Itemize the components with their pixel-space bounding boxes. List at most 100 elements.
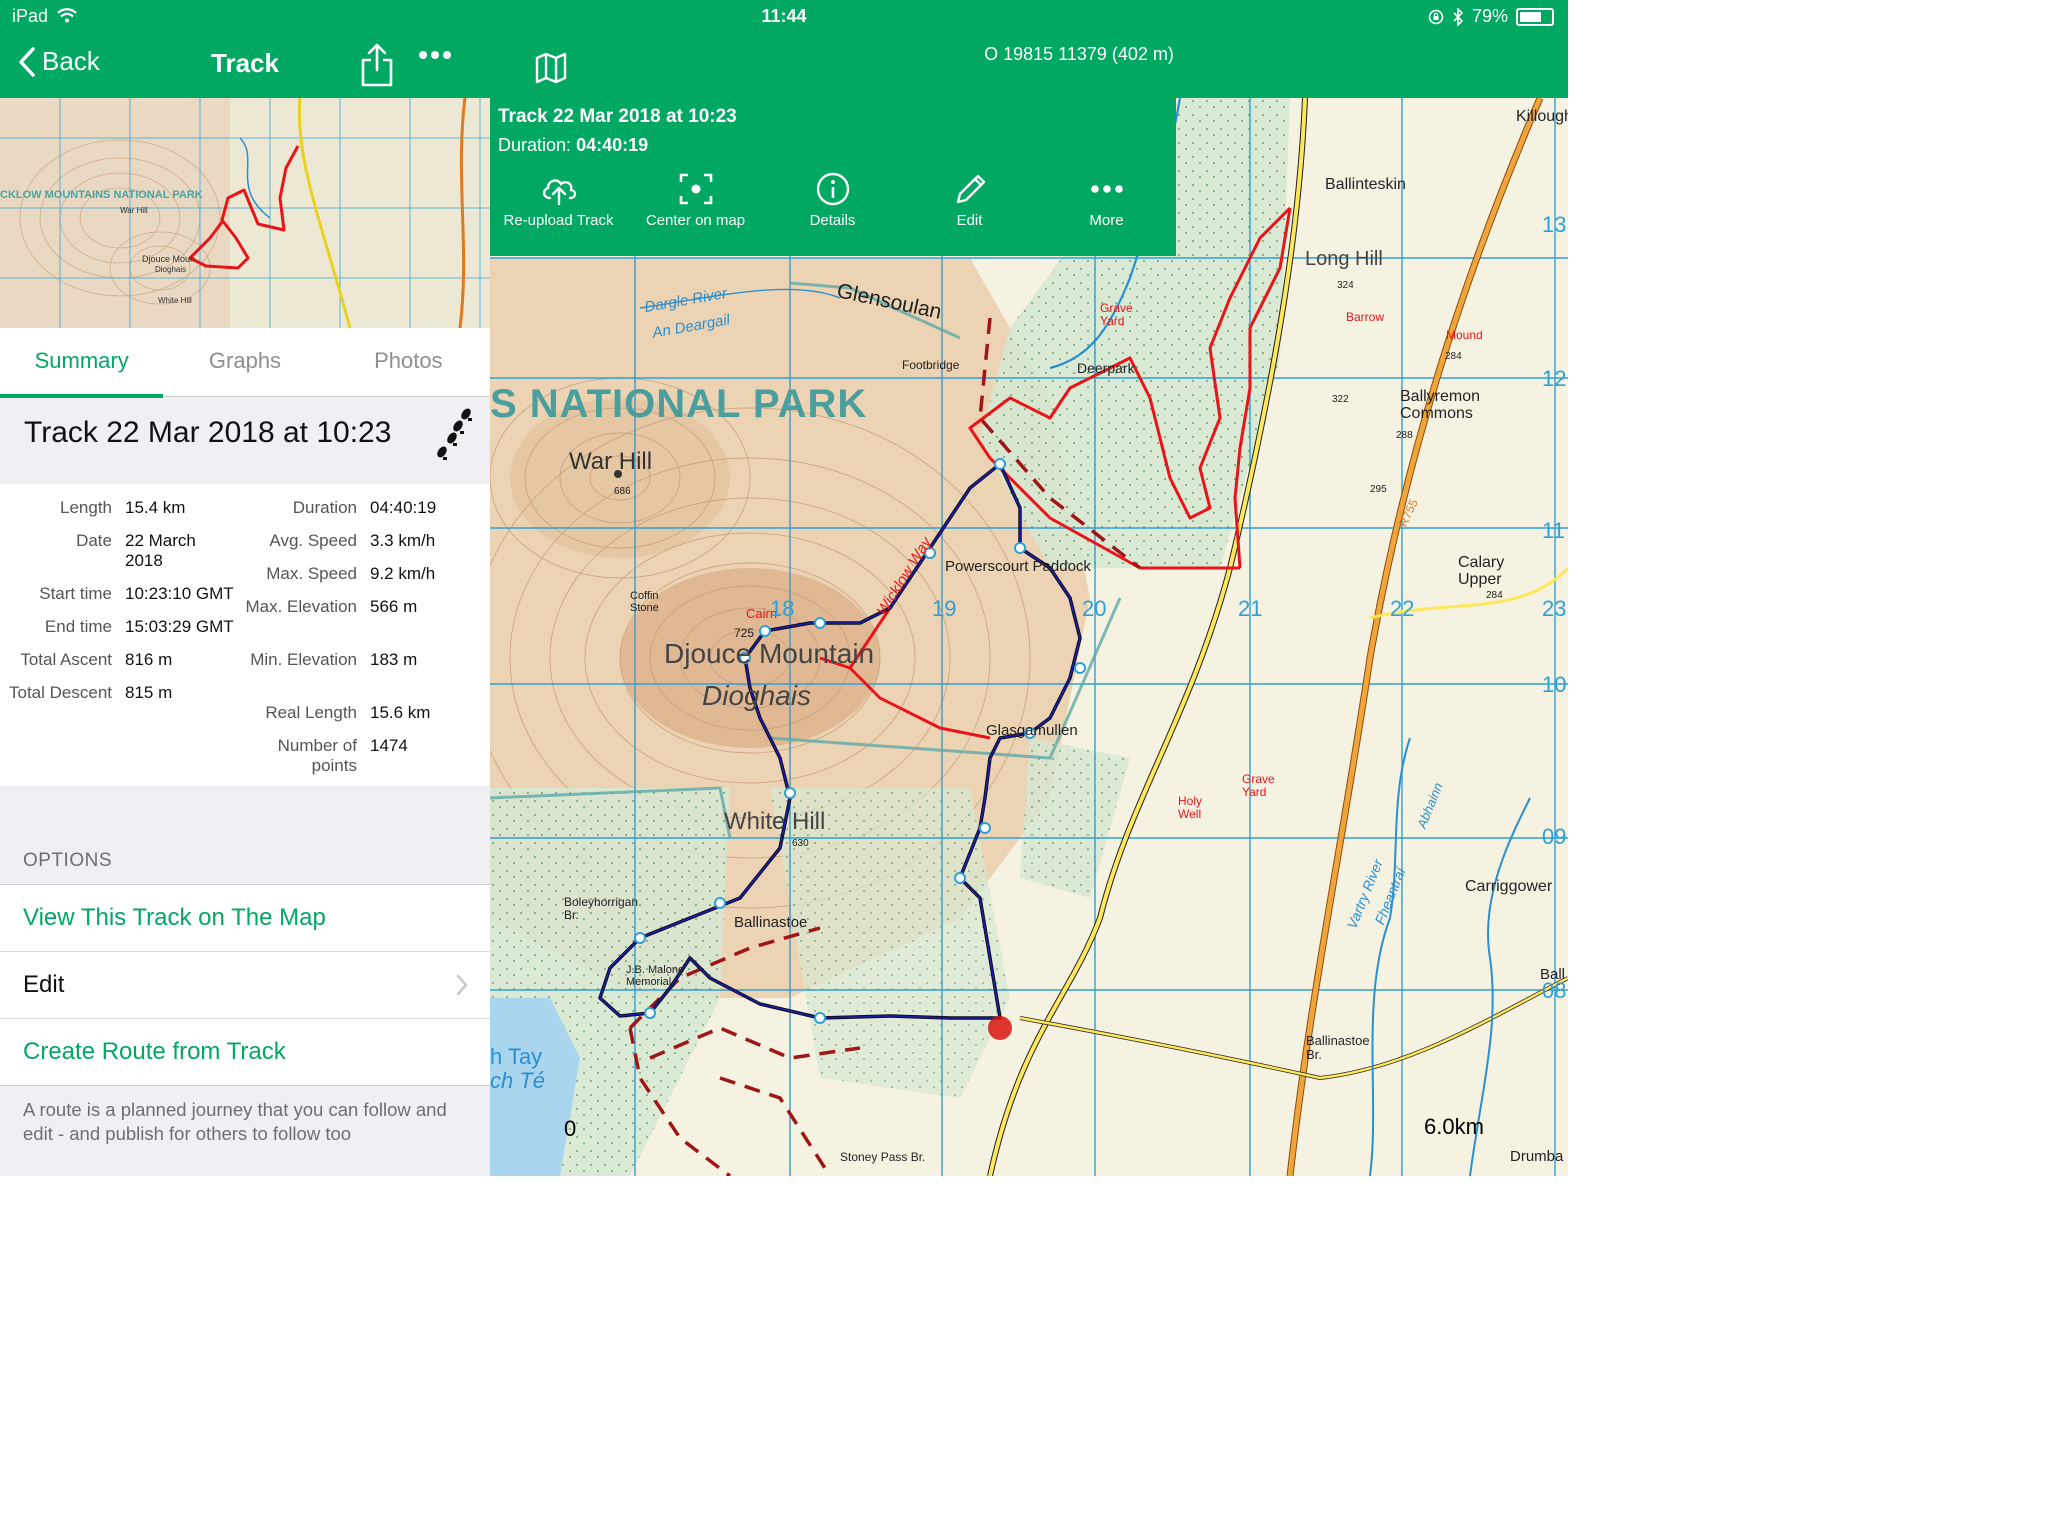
map-killough: Killough [1516, 108, 1568, 125]
options-list: View This Track on The Map Edit Create R… [0, 884, 490, 1086]
reupload-track-button[interactable]: Re-upload Track [490, 168, 627, 256]
map-calary-upper: Calary Upper [1458, 554, 1505, 588]
footprints-icon [437, 408, 472, 460]
popup-duration-value: 04:40:19 [576, 135, 649, 155]
track-title-row: Track 22 Mar 2018 at 10:23 [0, 398, 490, 484]
chevron-right-icon [456, 974, 468, 996]
map-malone-memorial: J.B. Malone Memorial [626, 964, 685, 988]
edit-option-label: Edit [23, 971, 65, 998]
map-white-hill: White Hill [724, 808, 826, 835]
ellipsis-icon [1090, 185, 1123, 193]
scale-end: 6.0km [1424, 1114, 1484, 1139]
topo-map[interactable] [490, 98, 1568, 1176]
map-ballinteskin: Ballinteskin [1325, 176, 1406, 193]
stat-max-speed: Max. Speed 9.2 km/h [266, 564, 436, 583]
create-route-button[interactable]: Create Route from Track [0, 1019, 490, 1085]
grid-number: 19 [932, 596, 957, 621]
map-war-hill: War Hill [569, 448, 653, 475]
map-holy-well: Holy Well [1178, 794, 1203, 821]
spot-height: 322 [1332, 394, 1349, 405]
status-bar: iPad 11:44 79% [0, 0, 1568, 34]
track-title: Track 22 Mar 2018 at 10:23 [24, 416, 392, 449]
thumb-war-hill: War Hill [120, 206, 148, 215]
spot-height: 284 [1486, 590, 1503, 601]
spot-height: 284 [1445, 351, 1462, 362]
more-actions-button[interactable]: More [1038, 168, 1175, 256]
track-detail-panel: Back Track CKLOW MOUNTAINS NATIONAL PARK… [0, 0, 490, 1176]
stat-length: Length 15.4 km [60, 498, 186, 517]
back-button[interactable]: Back [18, 46, 100, 77]
stat-end-time: End time 15:03:29 GMT [44, 617, 234, 636]
map-te: ch Té [490, 1068, 546, 1093]
thumb-dioghais: Dioghais [155, 265, 186, 274]
popup-title: Track 22 Mar 2018 at 10:23 [498, 106, 737, 127]
center-on-map-button[interactable]: Center on map [627, 168, 764, 256]
stat-total-descent: Total Descent 815 m [9, 683, 173, 702]
pencil-icon [956, 174, 985, 204]
popup-duration-label: Duration: [498, 135, 572, 155]
tab-photos[interactable]: Photos [327, 328, 490, 396]
view-track-on-map-button[interactable]: View This Track on The Map [0, 885, 490, 952]
map-coffin-stone: Coffin Stone [630, 590, 659, 614]
grid-number: 21 [1238, 596, 1263, 621]
battery-icon [1516, 7, 1554, 26]
stat-total-ascent: Total Ascent 816 m [20, 650, 173, 669]
options-footnote: A route is a planned journey that you ca… [23, 1099, 447, 1144]
map-powerscourt-paddock: Powerscourt Paddock [945, 558, 1091, 575]
map-glasgamullen: Glasgamullen [986, 722, 1078, 739]
battery-percent: 79% [1471, 6, 1508, 26]
edit-option[interactable]: Edit [0, 952, 490, 1019]
tab-summary[interactable]: Summary [0, 328, 164, 398]
grid-number: 08 [1542, 978, 1567, 1003]
map-park-label: S NATIONAL PARK [490, 382, 868, 426]
stat-start-time: Start time 10:23:10 GMT [39, 584, 234, 603]
grid-number: 11 [1542, 518, 1565, 543]
share-icon[interactable] [360, 42, 394, 88]
map-deerpark: Deerpark [1077, 360, 1135, 376]
stat-date: Date 22 March 2018 [76, 531, 196, 570]
grid-number: 13 [1542, 212, 1567, 237]
status-battery: 79% [1428, 6, 1554, 27]
grid-number: 12 [1542, 366, 1567, 391]
stat-avg-speed: Avg. Speed 3.3 km/h [269, 531, 436, 550]
more-icon[interactable] [418, 50, 452, 60]
details-button[interactable]: Details [764, 168, 901, 256]
stat-number-of-points: Number of points 1474 [277, 736, 408, 775]
map-footbridge: Footbridge [902, 358, 960, 372]
more-actions-label: More [1089, 212, 1124, 229]
rotation-lock-icon [1428, 9, 1444, 24]
spot-height: 295 [1370, 484, 1387, 495]
edit-button[interactable]: Edit [901, 168, 1038, 256]
reupload-track-label: Re-upload Track [503, 212, 614, 229]
back-label: Back [42, 46, 100, 76]
map-coordinates: O 19815 11379 (402 m) [984, 44, 1174, 64]
grid-number: 09 [1542, 824, 1567, 849]
center-target-icon [679, 173, 712, 205]
popup-duration: Duration: 04:40:19 [498, 135, 648, 156]
thumb-white-hill: White Hill [158, 296, 192, 305]
map-carriggower: Carriggower [1465, 878, 1553, 895]
grid-number: 18 [770, 596, 795, 621]
map-ballyremon: Ballyremon Commons [1400, 388, 1481, 422]
thumb-park-label: CKLOW MOUNTAINS NATIONAL PARK [0, 189, 203, 201]
grid-number: 20 [1082, 596, 1107, 621]
map-boleyhorrigan: Boleyhorrigan Br. [564, 895, 639, 922]
grid-number: 22 [1390, 596, 1415, 621]
popup-actions: Re-upload Track Center on map Details Ed… [490, 168, 1176, 256]
map-tay: h Tay [490, 1044, 543, 1069]
status-time: 11:44 [761, 6, 807, 26]
tab-graphs[interactable]: Graphs [163, 328, 326, 396]
map-drumba: Drumba [1510, 1148, 1564, 1165]
track-popup: Track 22 Mar 2018 at 10:23 Duration: 04:… [490, 98, 1176, 256]
spot-height: 686 [614, 486, 631, 497]
bluetooth-icon [1453, 7, 1464, 26]
track-thumbnail-map[interactable]: CKLOW MOUNTAINS NATIONAL PARK War Hill D… [0, 98, 490, 328]
map-barrow: Barrow [1346, 310, 1385, 324]
stat-duration: Duration 04:40:19 [292, 498, 437, 517]
map-grave-yard-2: Grave Yard [1242, 772, 1275, 799]
details-label: Details [809, 212, 856, 229]
grid-number: 10 [1542, 672, 1567, 697]
map-ballinastoe: Ballinastoe [734, 914, 808, 931]
map-ballinastoe-br: Ballinastoe Br. [1306, 1033, 1370, 1062]
edit-label: Edit [956, 212, 983, 229]
